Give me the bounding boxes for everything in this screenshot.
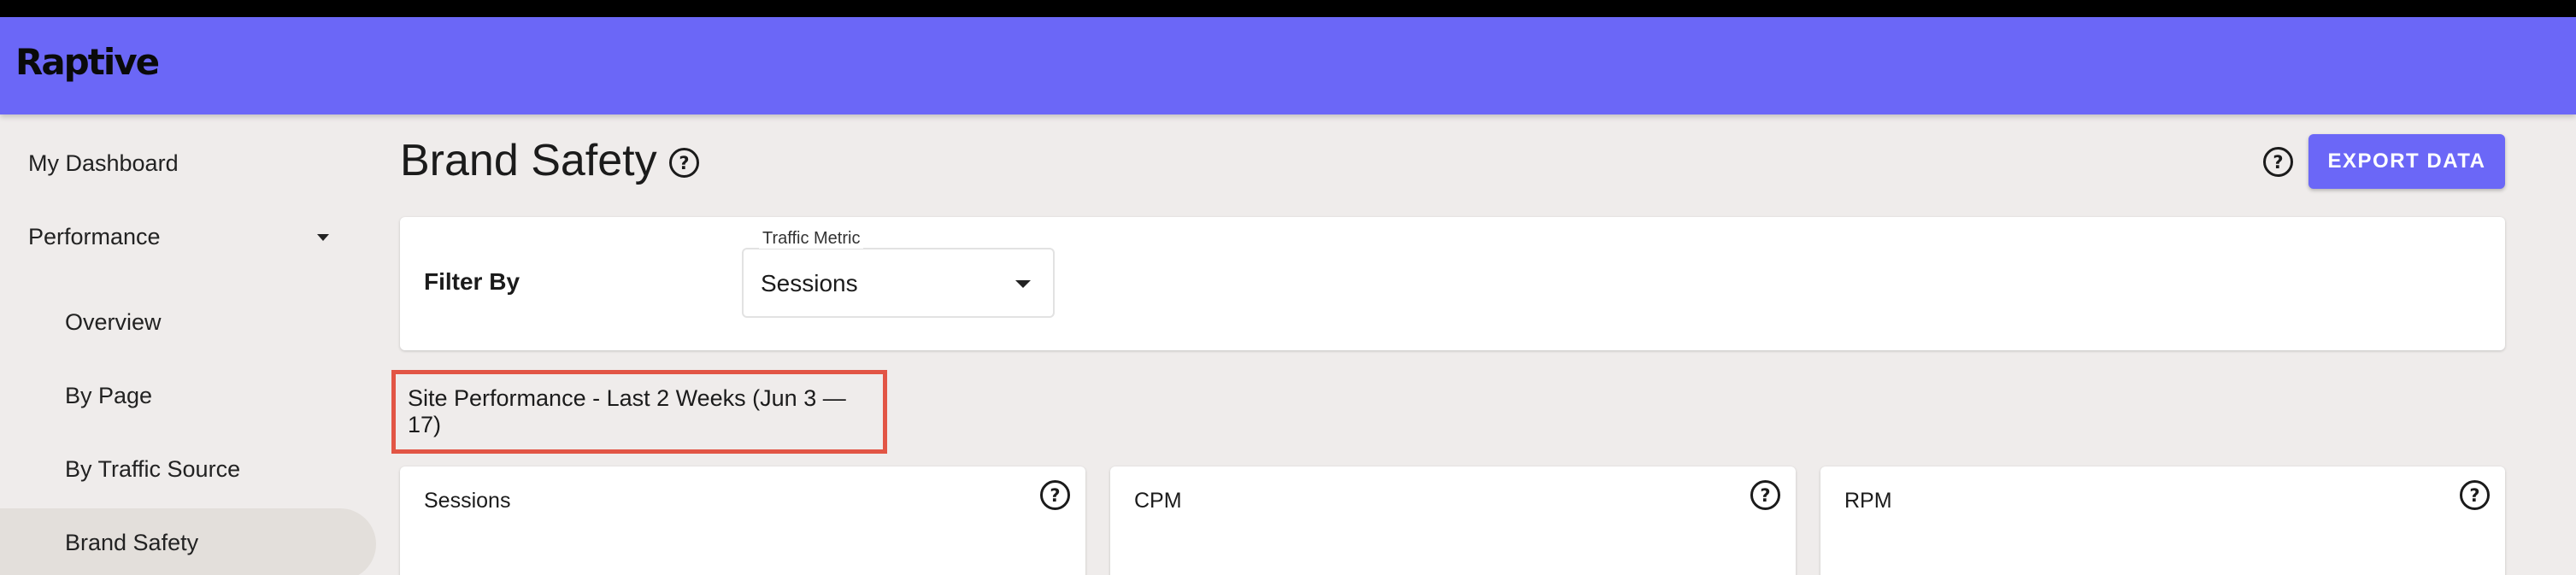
help-circle-icon[interactable]: ? xyxy=(669,148,699,178)
help-circle-icon[interactable]: ? xyxy=(1040,480,1070,510)
filter-card: Filter By Traffic Metric Sessions xyxy=(400,217,2505,350)
sidebar-item-label: By Traffic Source xyxy=(65,456,241,482)
sidebar-item-label: Overview xyxy=(65,309,162,335)
page-title: Brand Safety xyxy=(400,135,657,186)
sidebar-item-brand-safety[interactable]: Brand Safety xyxy=(65,530,198,556)
help-circle-icon[interactable]: ? xyxy=(2263,147,2293,177)
help-circle-icon[interactable]: ? xyxy=(2460,480,2490,510)
site-performance-heading: Site Performance - Last 2 Weeks (Jun 3 —… xyxy=(391,370,887,454)
help-circle-icon[interactable]: ? xyxy=(1750,480,1780,510)
sidebar-item-overview[interactable]: Overview xyxy=(65,309,162,336)
metric-card-sessions: Sessions ? xyxy=(400,466,1085,575)
metric-card-rpm: RPM ? xyxy=(1820,466,2505,575)
dropdown-arrow-icon xyxy=(1015,280,1031,288)
sidebar-item-performance[interactable]: Performance xyxy=(28,224,329,250)
sidebar-item-label: Brand Safety xyxy=(65,530,199,555)
metric-title: Sessions xyxy=(424,489,511,513)
export-data-button[interactable]: EXPORT DATA xyxy=(2308,134,2505,189)
metric-title: RPM xyxy=(1844,489,1892,513)
raptive-logo[interactable]: Raptive xyxy=(15,41,160,83)
filter-by-label: Filter By xyxy=(424,268,520,295)
traffic-metric-value: Sessions xyxy=(761,270,858,296)
window-top-bar xyxy=(0,0,2576,17)
sidebar: My Dashboard Performance Overview By Pag… xyxy=(0,114,376,575)
sidebar-item-by-page[interactable]: By Page xyxy=(65,383,152,409)
sidebar-item-label: By Page xyxy=(65,383,153,408)
traffic-metric-select[interactable]: Traffic Metric Sessions xyxy=(742,229,1055,318)
sidebar-item-label: My Dashboard xyxy=(28,150,179,176)
page-title-text: Brand Safety xyxy=(400,136,657,185)
caret-down-icon xyxy=(317,233,329,241)
sidebar-item-label: Performance xyxy=(28,224,161,249)
traffic-metric-label: Traffic Metric xyxy=(759,229,864,249)
sidebar-item-my-dashboard[interactable]: My Dashboard xyxy=(28,150,179,177)
sidebar-item-by-traffic-source[interactable]: By Traffic Source xyxy=(65,456,240,483)
app-bar: Raptive xyxy=(0,17,2576,114)
section-heading-text: Site Performance - Last 2 Weeks (Jun 3 —… xyxy=(408,385,846,437)
metric-title: CPM xyxy=(1134,489,1182,513)
metric-card-cpm: CPM ? xyxy=(1110,466,1796,575)
